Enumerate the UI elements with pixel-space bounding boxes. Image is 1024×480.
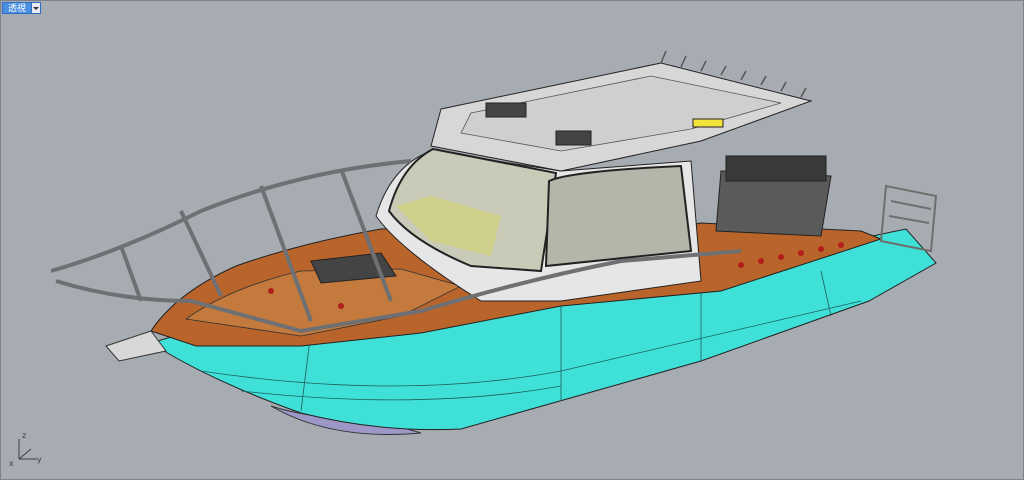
roof-hatch-1	[485, 102, 527, 118]
chevron-down-icon[interactable]	[32, 2, 42, 14]
axis-z-label: z	[22, 431, 27, 440]
viewport-tab[interactable]: 透視	[2, 2, 42, 14]
roof-hatch-2	[555, 130, 592, 146]
roof-light	[692, 118, 724, 128]
boat-model[interactable]	[1, 1, 1023, 479]
axis-x-label: x	[9, 459, 14, 468]
bow-tip	[105, 330, 167, 362]
axis-indicator: z x y	[7, 431, 47, 471]
side-window	[544, 164, 693, 268]
transom-lid	[725, 155, 827, 182]
perspective-viewport[interactable]: 透視 z x y	[0, 0, 1024, 480]
viewport-title[interactable]: 透視	[2, 2, 33, 14]
axis-y-label: y	[37, 455, 42, 464]
